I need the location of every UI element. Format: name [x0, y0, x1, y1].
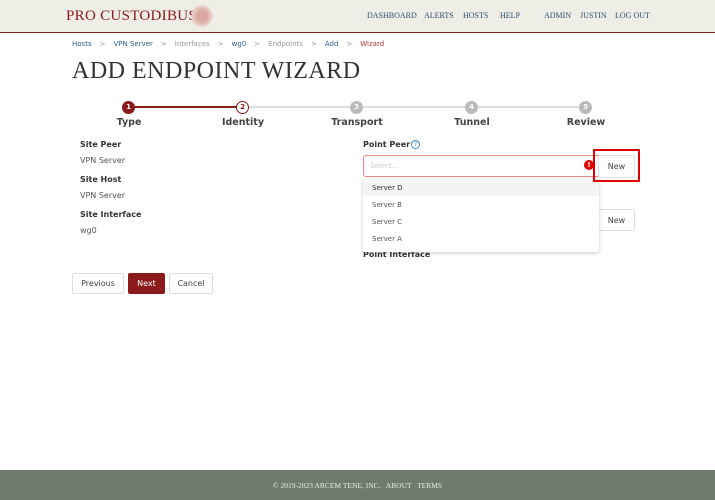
breadcrumb-hosts[interactable]: Hosts [72, 40, 92, 48]
about-link[interactable]: ABOUT [386, 481, 412, 490]
step-connector [135, 106, 237, 108]
page-title: ADD ENDPOINT WIZARD [72, 58, 361, 84]
breadcrumb-endpoints: Endpoints [268, 40, 303, 48]
step-2-circle: 2 [236, 101, 249, 114]
step-5-label: Review [566, 117, 606, 128]
point-peer-label: Point Peer [363, 140, 411, 149]
nav-logout[interactable]: LOG OUT [615, 11, 650, 20]
terms-link[interactable]: TERMS [417, 481, 442, 490]
next-button[interactable]: Next [128, 273, 165, 294]
breadcrumb-host[interactable]: VPN Server [113, 40, 152, 48]
step-1-label: Type [116, 117, 142, 128]
site-interface-label: Site Interface [80, 210, 142, 219]
breadcrumb-wizard: Wizard [360, 40, 385, 48]
dropdown-option[interactable]: Server A [363, 230, 599, 247]
nav-dashboard[interactable]: DASHBOARD [367, 11, 417, 20]
site-peer-value: VPN Server [80, 156, 126, 165]
site-host-label: Site Host [80, 175, 122, 184]
peer-dropdown-menu: Server D Server B Server C Server A [363, 179, 599, 252]
step-5-circle: 5 [579, 101, 592, 114]
logo[interactable]: PRO CUSTODIBUS [66, 8, 197, 25]
breadcrumb-add[interactable]: Add [325, 40, 339, 48]
dropdown-option[interactable]: Server C [363, 213, 599, 230]
breadcrumb-interfaces: Interfaces [174, 40, 210, 48]
footer: © 2019-2023 ARCEM TENE, INC. ABOUT TERMS [0, 470, 715, 500]
new-host-button[interactable]: New [598, 209, 635, 231]
copyright: © 2019-2023 ARCEM TENE, INC. [272, 481, 381, 490]
step-connector [249, 106, 579, 108]
nav-admin[interactable]: ADMIN [544, 11, 571, 20]
nav-alerts[interactable]: ALERTS [424, 11, 454, 20]
site-interface-value: wg0 [80, 226, 97, 235]
highlight-box [593, 149, 640, 182]
breadcrumb: Hosts > VPN Server > Interfaces > wg0 > Endp… [72, 40, 385, 48]
dropdown-option[interactable]: Server B [363, 196, 599, 213]
dropdown-option[interactable]: Server D [363, 179, 599, 196]
breadcrumb-interface[interactable]: wg0 [232, 40, 247, 48]
logo-emblem-icon [191, 4, 213, 28]
step-1-circle: 1 [122, 101, 135, 114]
step-3-label: Transport [331, 117, 383, 128]
step-4-label: Tunnel [454, 117, 490, 128]
top-header: PRO CUSTODIBUS DASHBOARD ALERTS HOSTS HE… [0, 0, 715, 33]
nav-help[interactable]: HELP [500, 11, 520, 20]
help-icon[interactable]: ? [411, 140, 420, 149]
step-2-label: Identity [221, 117, 265, 128]
site-peer-label: Site Peer [80, 140, 122, 149]
point-peer-select[interactable]: Select... [363, 155, 599, 177]
site-host-value: VPN Server [80, 191, 126, 200]
step-4-circle: 4 [465, 101, 478, 114]
previous-button[interactable]: Previous [72, 273, 124, 294]
nav-user[interactable]: JUSTIN [580, 11, 607, 20]
step-3-circle: 3 [350, 101, 363, 114]
nav-hosts[interactable]: HOSTS [463, 11, 488, 20]
cancel-button[interactable]: Cancel [169, 273, 213, 294]
